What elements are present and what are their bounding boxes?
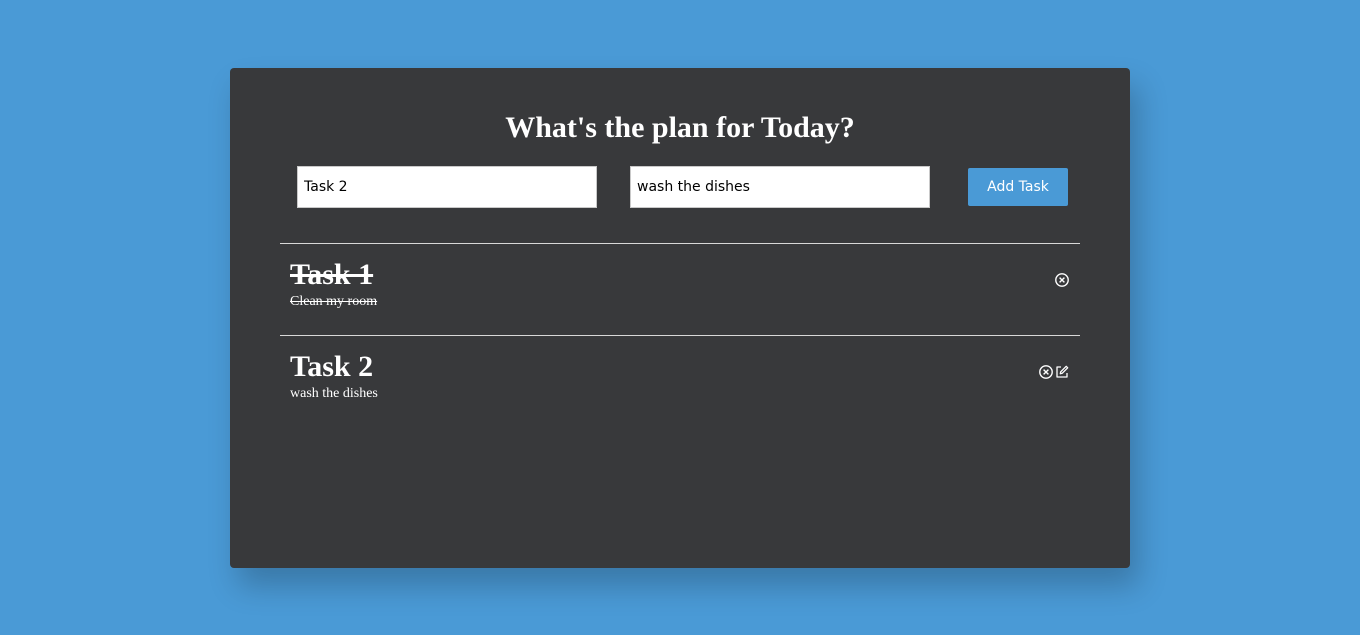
add-task-button[interactable]: Add Task <box>968 168 1068 206</box>
delete-icon[interactable] <box>1038 364 1054 380</box>
task-item: Task 1 Clean my room <box>280 243 1080 335</box>
task-title[interactable]: Task 1 <box>290 258 373 292</box>
task-item: Task 2 wash the dishes <box>280 335 1080 427</box>
delete-icon[interactable] <box>1054 272 1070 288</box>
task-title[interactable]: Task 2 <box>290 350 373 384</box>
task-title-input[interactable] <box>297 166 597 208</box>
task-description: Clean my room <box>290 294 378 309</box>
edit-icon[interactable] <box>1054 364 1070 380</box>
page-title: What's the plan for Today? <box>505 111 855 144</box>
todo-panel: What's the plan for Today? Add Task Task… <box>230 68 1130 568</box>
task-description: wash the dishes <box>290 386 378 401</box>
task-description-input[interactable] <box>630 166 930 208</box>
